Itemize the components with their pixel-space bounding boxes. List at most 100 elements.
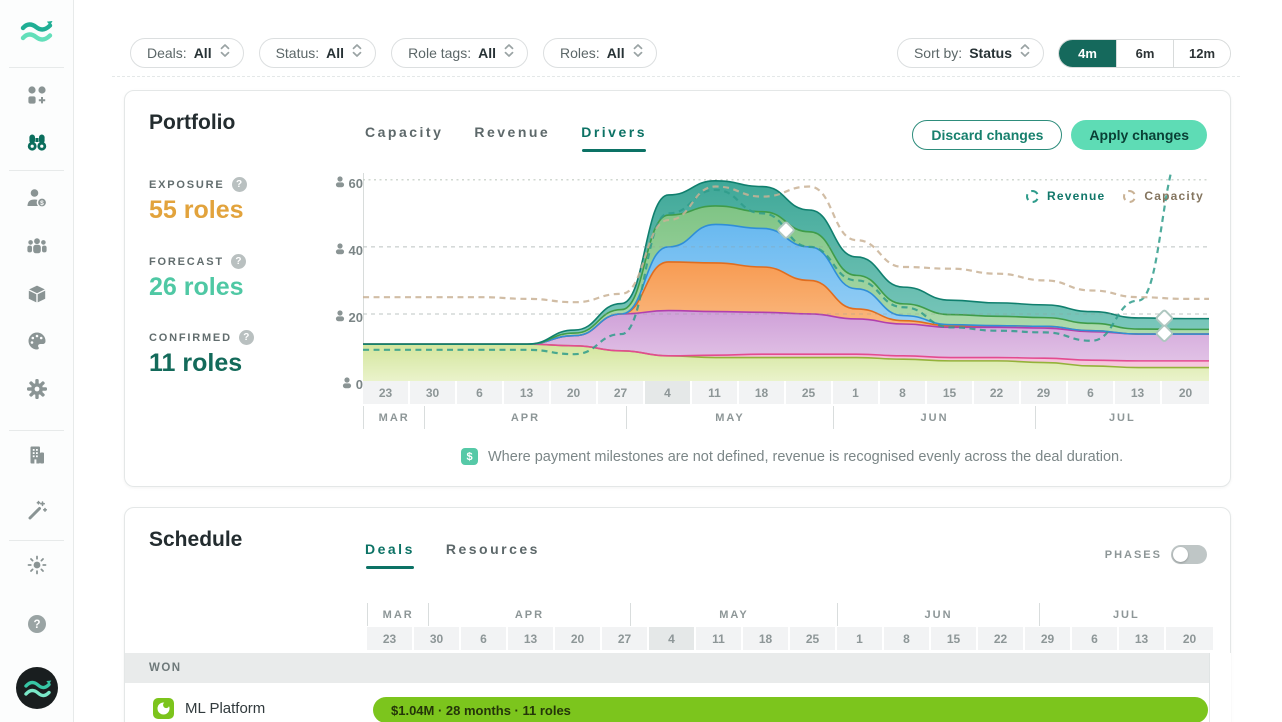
apply-changes-button[interactable]: Apply changes: [1071, 120, 1207, 150]
portfolio-tab-capacity[interactable]: Capacity: [365, 124, 443, 152]
deal-row: ML Platform $1.04M · 28 months · 11 role…: [125, 683, 1209, 722]
date-cell: 27: [598, 381, 645, 404]
package-icon[interactable]: [26, 283, 48, 305]
team-icon[interactable]: [26, 235, 48, 257]
y-tick-40: 40: [305, 243, 363, 258]
legend-revenue[interactable]: Revenue: [1026, 189, 1105, 203]
month-label: JUN: [833, 406, 1034, 429]
won-section-header[interactable]: WON: [125, 653, 1209, 683]
date-cell: 18: [743, 627, 790, 650]
company-icon[interactable]: [26, 444, 48, 466]
note-text: Where payment milestones are not defined…: [488, 449, 1123, 465]
date-cell: 8: [884, 627, 931, 650]
theme-sun-icon[interactable]: [26, 554, 48, 576]
date-cell: 8: [880, 381, 927, 404]
range-4m-button[interactable]: 4m: [1059, 40, 1116, 67]
schedule-title: Schedule: [149, 528, 242, 552]
date-cell: 20: [1166, 627, 1213, 650]
deal-timeline-bar[interactable]: $1.04M · 28 months · 11 roles: [373, 697, 1208, 722]
month-label: MAR: [364, 406, 424, 429]
filter-bar: Deals:AllStatus:AllRole tags:AllRoles:Al…: [130, 38, 657, 68]
filter-deals[interactable]: Deals:All: [130, 38, 244, 68]
person-icon: [342, 377, 352, 392]
portfolio-tabs: Capacity Revenue Drivers: [365, 124, 647, 152]
discard-changes-button[interactable]: Discard changes: [912, 120, 1062, 150]
sort-by-value: Status: [969, 45, 1012, 61]
help-icon[interactable]: ?: [231, 254, 246, 269]
settings-gear-icon[interactable]: [26, 378, 48, 400]
legend-capacity[interactable]: Capacity: [1123, 189, 1204, 203]
stat-label: CONFIRMED: [149, 332, 232, 344]
date-cell: 1: [833, 381, 880, 404]
date-cell: 25: [790, 627, 837, 650]
deal-bar-label: $1.04M · 28 months · 11 roles: [391, 703, 571, 718]
phases-toggle[interactable]: [1171, 545, 1207, 564]
deal-app-icon: [153, 698, 174, 719]
stat-confirmed: CONFIRMED?11 roles: [149, 330, 254, 378]
schedule-date-axis: 2330613202741118251815222961320: [367, 627, 1213, 650]
month-label: JUN: [837, 603, 1038, 626]
date-cell: 20: [555, 627, 602, 650]
filter-roletags[interactable]: Role tags:All: [391, 38, 528, 68]
filter-status[interactable]: Status: All: [259, 38, 376, 68]
range-12m-button[interactable]: 12m: [1173, 40, 1230, 67]
help-icon[interactable]: ?: [232, 177, 247, 192]
date-cell: 6: [461, 627, 508, 650]
sort-chevrons-icon: [503, 43, 515, 63]
date-cell: 23: [367, 627, 414, 650]
deal-name: ML Platform: [185, 700, 265, 717]
filter-label: Deals:: [147, 45, 187, 61]
schedule-tabs: Deals Resources: [365, 541, 540, 569]
stat-value: 26 roles: [149, 273, 246, 302]
filter-roles[interactable]: Roles:All: [543, 38, 657, 68]
date-cell: 20: [1162, 381, 1209, 404]
range-6m-button[interactable]: 6m: [1116, 40, 1173, 67]
portfolio-tab-revenue[interactable]: Revenue: [474, 124, 550, 152]
date-cell: 30: [414, 627, 461, 650]
date-cell: 6: [1068, 381, 1115, 404]
stat-label: FORECAST: [149, 256, 224, 268]
client-dollar-icon[interactable]: $: [26, 187, 48, 209]
portfolio-card: Portfolio CapacityRevenueDrivers Discard…: [124, 90, 1231, 487]
phases-label: PHASES: [1105, 549, 1162, 561]
sidebar-divider: [9, 540, 64, 541]
schedule-tab-deals[interactable]: Deals: [365, 541, 415, 569]
schedule-tab-resources[interactable]: Resources: [446, 541, 540, 569]
chart-legend: Revenue Capacity: [1026, 189, 1204, 203]
help-icon[interactable]: ?: [26, 613, 48, 635]
phases-control: PHASES: [1105, 545, 1207, 564]
date-cell: 11: [696, 627, 743, 650]
palette-icon[interactable]: [26, 330, 48, 352]
svg-text:?: ?: [33, 619, 40, 631]
date-cell: 25: [786, 381, 833, 404]
filter-value: All: [326, 45, 344, 61]
filter-label: Status:: [276, 45, 320, 61]
month-label: APR: [428, 603, 629, 626]
deal-identity[interactable]: ML Platform: [153, 698, 265, 719]
schedule-scroll-gutter[interactable]: [1209, 653, 1231, 722]
chart-month-axis: MARAPRMAYJUNJUL: [363, 406, 1209, 429]
sidebar-divider: [9, 67, 64, 68]
sort-by-filter[interactable]: Sort by: Status: [897, 38, 1044, 68]
y-tick-20: 20: [305, 310, 363, 325]
binoculars-icon[interactable]: [26, 131, 48, 153]
portfolio-tab-drivers[interactable]: Drivers: [581, 124, 647, 152]
filter-bar-right: Sort by: Status 4m6m12m: [897, 38, 1231, 68]
date-cell: 22: [978, 627, 1025, 650]
filter-value: All: [607, 45, 625, 61]
help-icon[interactable]: ?: [239, 330, 254, 345]
month-label: JUL: [1039, 603, 1213, 626]
date-cell: 11: [692, 381, 739, 404]
sort-chevrons-icon: [1019, 43, 1031, 63]
date-cell: 6: [457, 381, 504, 404]
svg-text:$: $: [40, 200, 44, 207]
app-logo-icon[interactable]: [17, 12, 57, 56]
date-cell: 20: [551, 381, 598, 404]
dashboard-add-icon[interactable]: [26, 84, 48, 106]
magic-wand-icon[interactable]: [26, 499, 48, 521]
user-avatar[interactable]: [15, 666, 59, 710]
sort-by-label: Sort by:: [914, 45, 962, 61]
time-range-segmented-control: 4m6m12m: [1058, 39, 1231, 68]
month-label: MAR: [368, 603, 428, 626]
date-cell: 22: [974, 381, 1021, 404]
